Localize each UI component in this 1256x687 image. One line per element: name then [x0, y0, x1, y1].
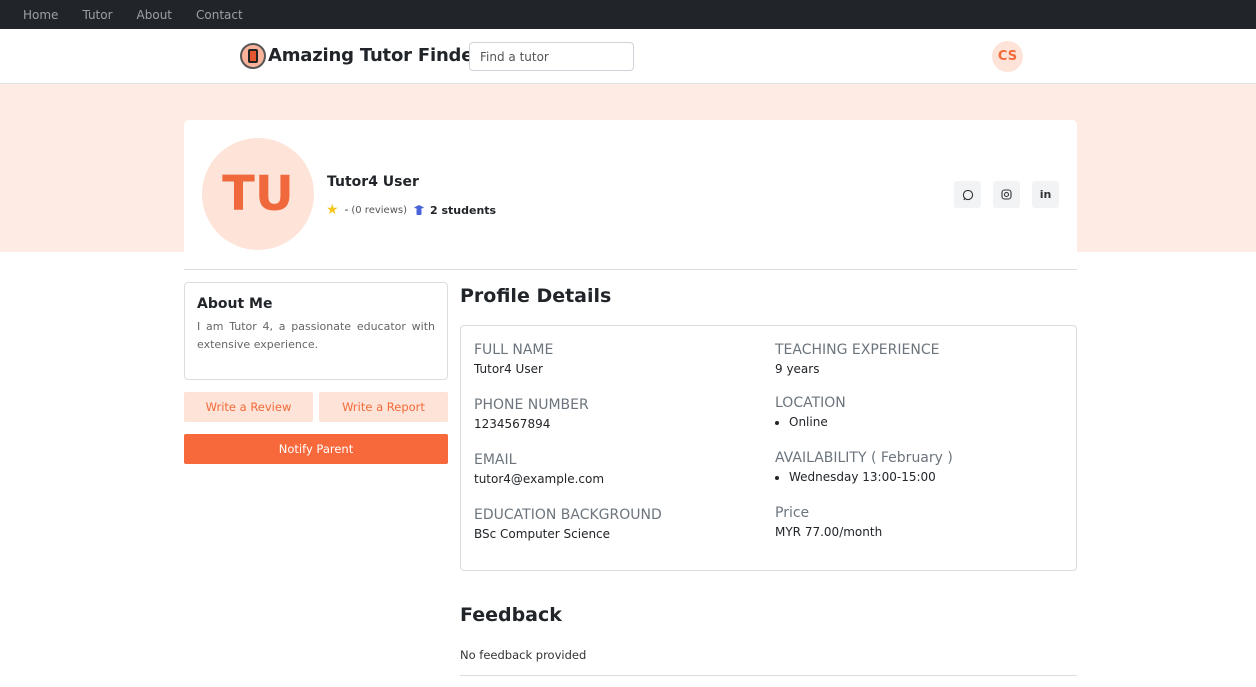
education-value: BSc Computer Science: [474, 527, 611, 541]
divider: [460, 675, 1077, 676]
logo-icon[interactable]: [240, 43, 266, 69]
notify-parent-button[interactable]: Notify Parent: [184, 434, 448, 464]
location-field: LOCATION Online: [775, 395, 846, 429]
full-name-field: FULL NAME Tutor4 User: [474, 342, 553, 376]
feedback-title: Feedback: [460, 604, 562, 626]
availability-field: AVAILABILITY ( February ) Wednesday 13:0…: [775, 450, 953, 484]
education-field: EDUCATION BACKGROUND BSc Computer Scienc…: [474, 507, 662, 541]
email-value: tutor4@example.com: [474, 472, 605, 486]
instagram-icon[interactable]: [993, 181, 1020, 208]
user-avatar[interactable]: CS: [992, 41, 1023, 72]
linkedin-icon[interactable]: in: [1032, 181, 1059, 208]
tutor-name: Tutor4 User: [327, 174, 419, 190]
profile-details-card: FULL NAME Tutor4 User PHONE NUMBER 12345…: [460, 325, 1077, 571]
brand-title[interactable]: Amazing Tutor Finder: [268, 45, 482, 66]
price-label: Price: [775, 505, 810, 521]
nav-link-tutor[interactable]: Tutor: [82, 8, 112, 22]
student-count: 2 students: [429, 203, 497, 217]
availability-label: AVAILABILITY ( February ): [775, 450, 953, 466]
nav-link-home[interactable]: Home: [23, 8, 58, 22]
about-card: About Me I am Tutor 4, a passionate educ…: [184, 282, 448, 380]
star-icon: ★: [326, 202, 339, 218]
rating-value: -: [344, 204, 349, 216]
education-label: EDUCATION BACKGROUND: [474, 507, 662, 523]
experience-label: TEACHING EXPERIENCE: [775, 342, 940, 358]
profile-card: TU Tutor4 User ★ - (0 reviews) 2 student…: [184, 120, 1077, 270]
availability-value: Wednesday 13:00-15:00: [789, 470, 953, 484]
tutor-meta: ★ - (0 reviews) 2 students: [326, 202, 496, 218]
about-text: I am Tutor 4, a passionate educator with…: [197, 320, 435, 351]
price-value: MYR 77.00/month: [775, 525, 883, 539]
whatsapp-icon[interactable]: [954, 181, 981, 208]
full-name-value: Tutor4 User: [474, 362, 543, 376]
graduation-cap-icon: [413, 205, 424, 215]
phone-value: 1234567894: [474, 417, 551, 431]
write-review-button[interactable]: Write a Review: [184, 392, 313, 422]
phone-label: PHONE NUMBER: [474, 397, 589, 413]
site-header: Amazing Tutor Finder CS: [0, 29, 1256, 84]
full-name-label: FULL NAME: [474, 342, 554, 358]
experience-field: TEACHING EXPERIENCE 9 years: [775, 342, 939, 376]
top-navbar: Home Tutor About Contact: [0, 0, 1256, 29]
search-input[interactable]: [469, 42, 634, 71]
feedback-text: No feedback provided: [460, 648, 587, 662]
profile-details-title: Profile Details: [460, 285, 612, 307]
location-label: LOCATION: [775, 395, 846, 411]
phone-field: PHONE NUMBER 1234567894: [474, 397, 589, 431]
location-value: Online: [789, 415, 846, 429]
nav-link-contact[interactable]: Contact: [196, 8, 243, 22]
price-field: Price MYR 77.00/month: [775, 505, 882, 539]
tutor-avatar: TU: [202, 138, 314, 250]
email-field: EMAIL tutor4@example.com: [474, 452, 604, 486]
write-report-button[interactable]: Write a Report: [319, 392, 448, 422]
nav-link-about[interactable]: About: [137, 8, 172, 22]
about-title: About Me: [197, 296, 273, 312]
email-label: EMAIL: [474, 452, 517, 468]
review-count: (0 reviews): [351, 204, 407, 216]
experience-value: 9 years: [775, 362, 820, 376]
